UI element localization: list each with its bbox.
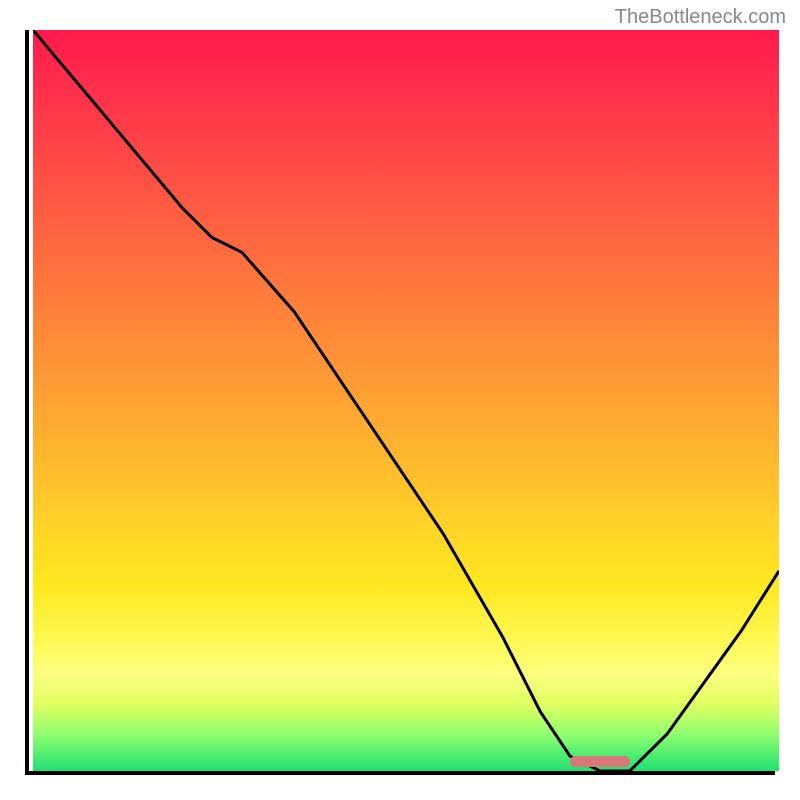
chart-container <box>25 30 775 775</box>
plot-area <box>25 30 775 775</box>
optimal-marker <box>570 756 630 767</box>
gradient-background <box>33 30 779 771</box>
watermark-text: TheBottleneck.com <box>615 6 786 29</box>
